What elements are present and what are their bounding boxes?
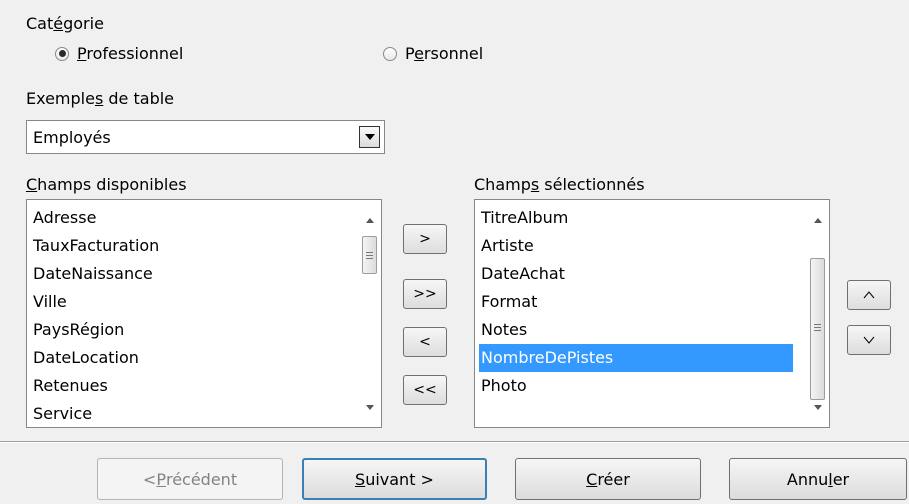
scroll-up-icon[interactable] — [366, 218, 374, 223]
radio-personnel[interactable]: Personnel — [383, 44, 483, 63]
chevron-up-icon — [863, 291, 875, 299]
category-label: Catégorie — [26, 14, 104, 33]
list-item[interactable]: Artiste — [481, 232, 534, 260]
remove-field-button[interactable]: < — [403, 327, 447, 357]
list-item[interactable]: TauxFacturation — [33, 232, 159, 260]
available-fields-list[interactable]: Adresse TauxFacturation DateNaissance Vi… — [26, 199, 382, 428]
create-button[interactable]: Créer — [515, 458, 701, 500]
sample-tables-label: Exemples de table — [26, 89, 175, 108]
scrollbar-thumb[interactable] — [810, 258, 825, 400]
list-item[interactable]: Service — [33, 400, 92, 427]
selected-fields-label: Champs sélectionnés — [474, 175, 645, 194]
list-item[interactable]: DateNaissance — [33, 260, 153, 288]
available-fields-label: Champs disponibles — [26, 175, 187, 194]
next-button[interactable]: Suivant > — [302, 458, 487, 500]
previous-button[interactable]: < Précédent — [97, 458, 283, 500]
list-item[interactable]: DateLocation — [33, 344, 139, 372]
cancel-button[interactable]: Annu l er — [729, 458, 907, 500]
scroll-up-icon[interactable] — [814, 218, 822, 223]
scroll-down-icon[interactable] — [814, 405, 822, 410]
list-item[interactable]: DateAchat — [481, 260, 565, 288]
chevron-down-icon — [364, 134, 375, 140]
sample-tables-value: Employés — [33, 128, 111, 147]
selected-fields-scrollbar[interactable] — [807, 200, 829, 427]
list-item[interactable]: Notes — [481, 316, 527, 344]
available-fields-scrollbar[interactable] — [359, 200, 381, 427]
list-item[interactable]: Ville — [33, 288, 67, 316]
add-all-fields-button[interactable]: >> — [403, 279, 447, 309]
radio-unchecked-icon — [383, 46, 397, 61]
list-item[interactable]: Photo — [481, 372, 527, 400]
radio-checked-icon — [55, 46, 69, 61]
scrollbar-thumb[interactable] — [362, 236, 377, 274]
remove-all-fields-button[interactable]: << — [403, 375, 447, 405]
move-down-button[interactable] — [847, 325, 891, 355]
list-item[interactable]: PaysRégion — [33, 316, 124, 344]
list-item-selected[interactable]: NombreDePistes — [479, 344, 793, 372]
add-field-button[interactable]: > — [403, 224, 447, 254]
radio-professionnel[interactable]: Professionnel — [55, 44, 183, 63]
selected-fields-list[interactable]: TitreAlbum Artiste DateAchat Format Note… — [474, 199, 830, 428]
footer-separator — [0, 441, 909, 443]
list-item[interactable]: Format — [481, 288, 537, 316]
move-up-button[interactable] — [847, 280, 891, 310]
radio-personnel-label: Personnel — [405, 44, 484, 63]
chevron-down-icon — [863, 336, 875, 344]
scroll-down-icon[interactable] — [366, 405, 374, 410]
list-item[interactable]: TitreAlbum — [481, 204, 568, 232]
sample-tables-dropdown[interactable]: Employés — [26, 120, 385, 154]
list-item[interactable]: Adresse — [33, 204, 96, 232]
radio-professionnel-label: Professionnel — [77, 44, 184, 63]
dropdown-arrow-button[interactable] — [359, 126, 380, 148]
list-item[interactable]: Retenues — [33, 372, 108, 400]
